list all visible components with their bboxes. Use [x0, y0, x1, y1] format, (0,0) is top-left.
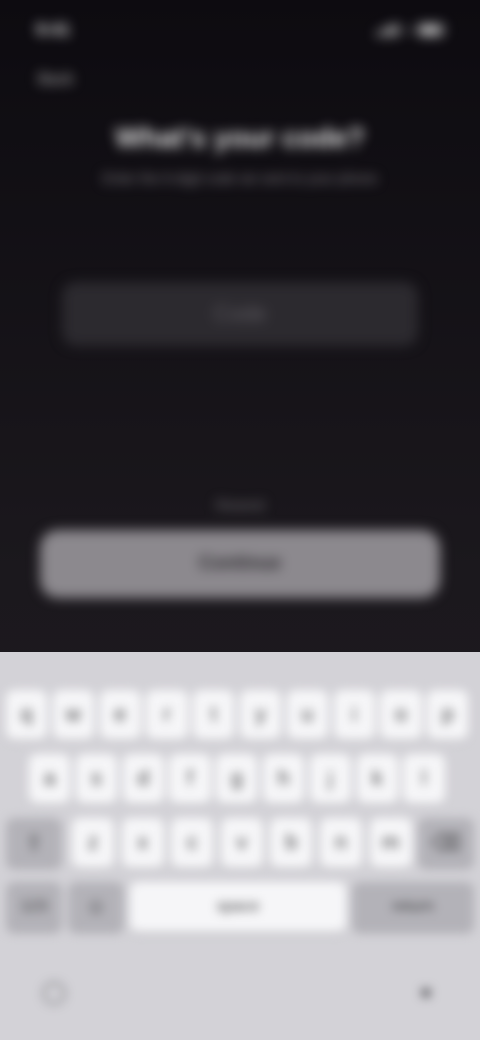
key-q[interactable]: q	[6, 690, 48, 740]
numbers-key[interactable]: 123	[6, 882, 62, 932]
space-key[interactable]: space	[130, 882, 346, 932]
key-r[interactable]: r	[146, 690, 188, 740]
key-x[interactable]: x	[121, 818, 164, 868]
wifi-icon: ≈	[404, 22, 412, 38]
status-icons: ≈	[376, 22, 444, 38]
backspace-icon: ⌫	[431, 831, 461, 855]
key-g[interactable]: g	[216, 754, 258, 804]
keyboard-row-3: ⇧ ⌫ zxcvbnm	[0, 818, 480, 870]
key-y[interactable]: y	[240, 690, 282, 740]
battery-icon	[418, 24, 444, 36]
back-button[interactable]: Back	[38, 68, 74, 92]
key-t[interactable]: t	[193, 690, 235, 740]
key-z[interactable]: z	[72, 818, 114, 868]
emoji-icon: ☺	[85, 895, 107, 918]
keyboard-row-4: 123 ☺ space return	[0, 882, 480, 934]
key-i[interactable]: i	[333, 690, 375, 740]
globe-icon[interactable]: ◯	[36, 974, 72, 1010]
key-n[interactable]: n	[320, 818, 362, 868]
key-f[interactable]: f	[169, 754, 211, 804]
status-bar: 9:41 ≈	[0, 0, 480, 60]
keyboard-row-2: asdfghjkl	[0, 754, 480, 806]
status-time: 9:41	[36, 20, 71, 39]
key-e[interactable]: e	[99, 690, 141, 740]
key-k[interactable]: k	[356, 754, 398, 804]
key-s[interactable]: s	[75, 754, 117, 804]
page-subtitle: Enter the 6-digit code we sent to your p…	[102, 170, 378, 186]
emoji-key[interactable]: ☺	[68, 882, 124, 932]
key-l[interactable]: l	[403, 754, 445, 804]
continue-button[interactable]: Continue	[40, 530, 440, 598]
key-v[interactable]: v	[220, 818, 263, 868]
page-title: What's your code?	[115, 122, 365, 153]
keyboard: qwertyuiop asdfghjkl ⇧ ⌫ zxcvbnm 123 ☺ s…	[0, 652, 480, 1040]
key-d[interactable]: d	[122, 754, 164, 804]
keyboard-row-1: qwertyuiop	[0, 690, 480, 742]
resend-link[interactable]: Resend	[190, 494, 290, 516]
code-input[interactable]	[62, 282, 418, 346]
key-u[interactable]: u	[286, 690, 328, 740]
shift-key[interactable]: ⇧	[6, 818, 62, 868]
return-key[interactable]: return	[352, 882, 474, 932]
key-j[interactable]: j	[309, 754, 351, 804]
key-w[interactable]: w	[52, 690, 94, 740]
key-a[interactable]: a	[29, 754, 71, 804]
key-h[interactable]: h	[263, 754, 305, 804]
keyboard-keys: qwertyuiop asdfghjkl ⇧ ⌫ zxcvbnm 123 ☺ s…	[0, 652, 480, 1040]
microphone-icon[interactable]: ●	[408, 974, 444, 1010]
key-o[interactable]: o	[380, 690, 422, 740]
shift-arrow-icon: ⇧	[25, 831, 43, 855]
delete-key[interactable]: ⌫	[418, 818, 474, 868]
key-p[interactable]: p	[427, 690, 469, 740]
key-m[interactable]: m	[369, 818, 412, 868]
key-b[interactable]: b	[270, 818, 313, 868]
key-c[interactable]: c	[171, 818, 214, 868]
signal-icon	[376, 24, 399, 36]
